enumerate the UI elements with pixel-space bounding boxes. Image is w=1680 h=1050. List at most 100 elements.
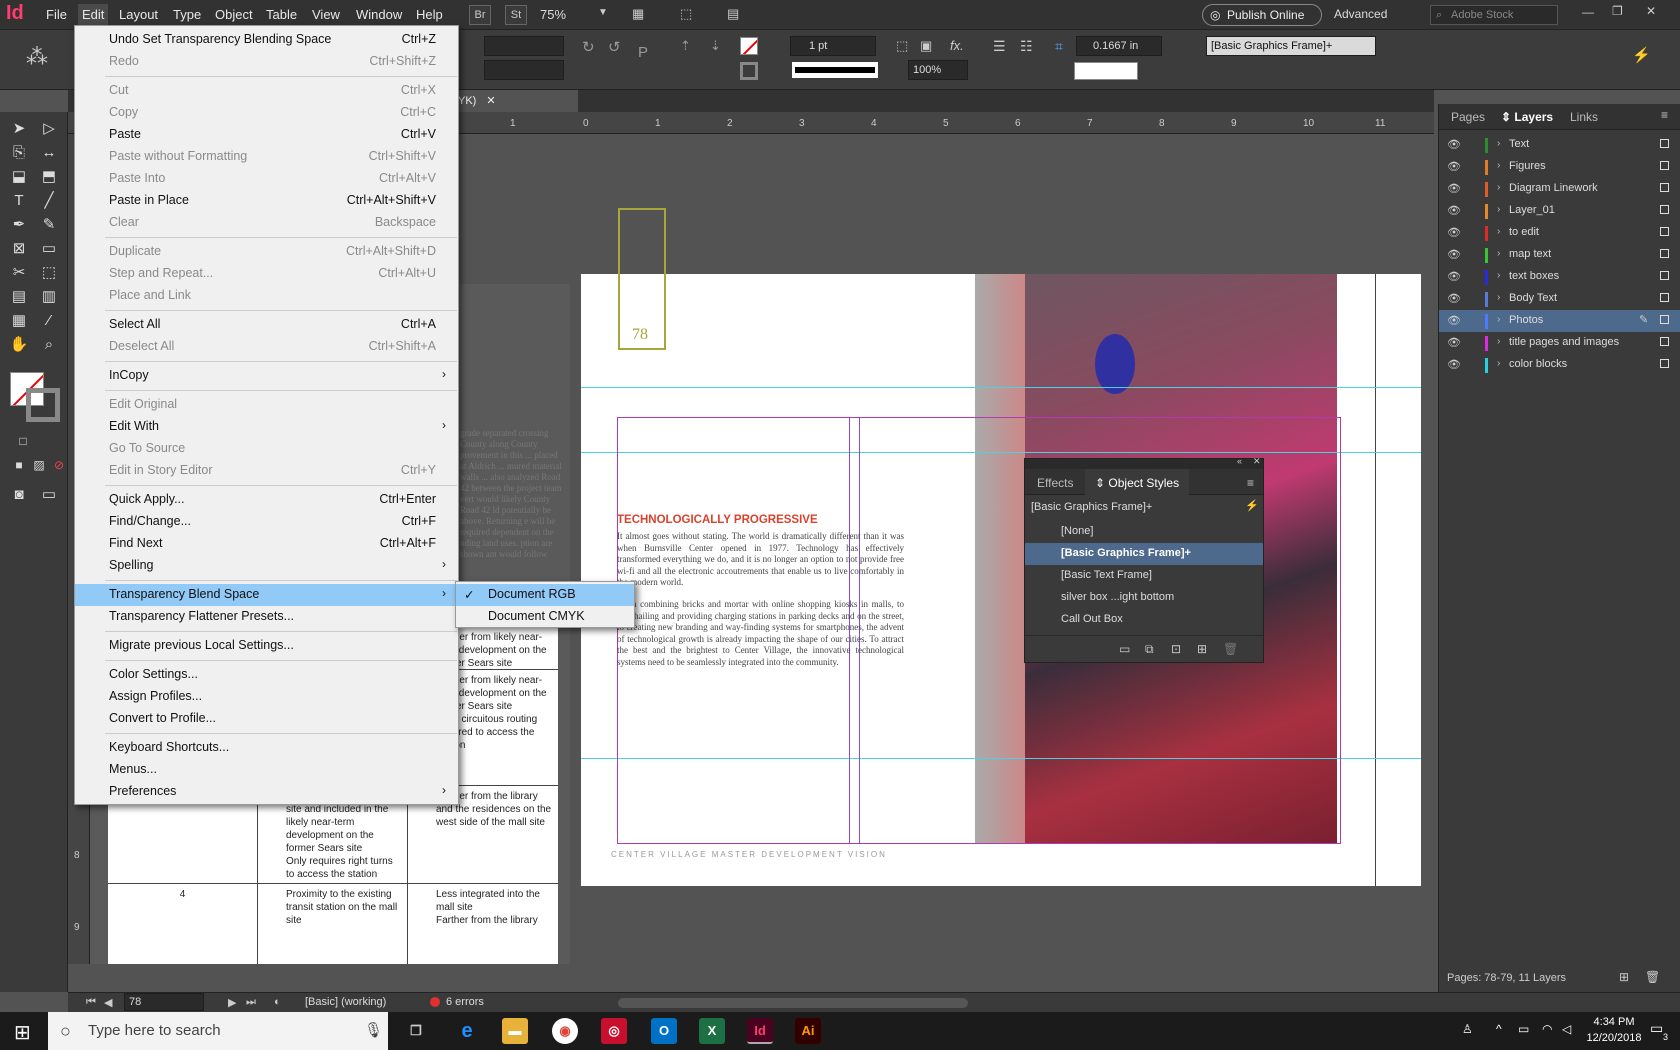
expand-arrow-icon[interactable]: › bbox=[1497, 204, 1500, 215]
layer-select-box[interactable] bbox=[1660, 315, 1669, 324]
view-options-icon[interactable]: ⬚ bbox=[680, 6, 692, 22]
layer-row-text-boxes[interactable]: 👁 › text boxes bbox=[1439, 266, 1680, 288]
pencil-tool-icon[interactable]: ✎ bbox=[38, 214, 60, 236]
menu-item-transparency-blend-space[interactable]: Transparency Blend Space › bbox=[75, 584, 458, 606]
chevron-down-icon[interactable]: ▼ bbox=[598, 7, 608, 18]
folder-icon[interactable]: ▭ bbox=[1119, 642, 1130, 656]
layer-select-box[interactable] bbox=[1660, 227, 1669, 236]
expand-arrow-icon[interactable]: › bbox=[1497, 248, 1500, 259]
last-page-icon[interactable]: ⏭ bbox=[246, 996, 256, 1009]
expand-arrow-icon[interactable]: › bbox=[1497, 226, 1500, 237]
shear-field[interactable] bbox=[484, 60, 564, 80]
rotation-field[interactable] bbox=[484, 36, 564, 56]
apply-color-icon[interactable]: ■ bbox=[8, 454, 30, 476]
direction-icon[interactable]: P bbox=[638, 44, 648, 61]
content-placer-icon[interactable]: ⬒ bbox=[38, 166, 60, 188]
bridge-button[interactable]: Br bbox=[469, 5, 491, 25]
direct-selection-tool-icon[interactable]: ▷ bbox=[38, 118, 60, 140]
edge-icon[interactable]: e bbox=[454, 1018, 480, 1044]
illustrator-taskbar-icon[interactable]: Ai bbox=[795, 1018, 821, 1044]
new-layer-icon[interactable]: ⊞ bbox=[1619, 970, 1629, 984]
layer-row-color-blocks[interactable]: 👁 › color blocks bbox=[1439, 354, 1680, 376]
object-style-call-out-box[interactable]: Call Out Box bbox=[1025, 609, 1263, 631]
body-paragraph[interactable]: From combining bricks and mortar with on… bbox=[617, 599, 904, 668]
menu-item-keyboard-shortcuts[interactable]: Keyboard Shortcuts... bbox=[75, 737, 458, 759]
preview-mode-icon[interactable]: ▭ bbox=[38, 484, 60, 506]
screen-mode-icon[interactable]: ▦ bbox=[632, 6, 644, 22]
first-page-icon[interactable]: ⏮ bbox=[86, 996, 96, 1009]
eye-icon[interactable]: 👁 bbox=[1447, 226, 1461, 239]
pen-tool-icon[interactable]: ✒ bbox=[8, 214, 30, 236]
menu-item-document-cmyk[interactable]: Document CMYK bbox=[456, 606, 634, 628]
preflight-profile[interactable]: [Basic] (working) bbox=[305, 996, 386, 1008]
distribute-icon[interactable]: ☷ bbox=[1020, 38, 1033, 55]
page-number-frame[interactable]: 78 bbox=[618, 208, 666, 350]
close-icon[interactable]: ✕ bbox=[1646, 4, 1656, 18]
menu-item-menus[interactable]: Menus... bbox=[75, 759, 458, 781]
stock-button[interactable]: St bbox=[505, 5, 527, 25]
layer-select-box[interactable] bbox=[1660, 271, 1669, 280]
object-style-none[interactable]: [None] bbox=[1025, 521, 1263, 543]
free-transform-tool-icon[interactable]: ⬚ bbox=[38, 262, 60, 284]
gap-tool-icon[interactable]: ↔ bbox=[38, 142, 60, 164]
people-icon[interactable]: ♙ bbox=[1462, 1022, 1473, 1036]
selection-tool-icon[interactable]: ➤ bbox=[8, 118, 30, 140]
layer-select-box[interactable] bbox=[1660, 161, 1669, 170]
eye-icon[interactable]: 👁 bbox=[1447, 314, 1461, 327]
table-cell[interactable]: Proximity to the existing transit statio… bbox=[258, 884, 408, 964]
arrange-icon[interactable]: ▤ bbox=[727, 6, 739, 22]
line-tool-icon[interactable]: ╱ bbox=[38, 190, 60, 212]
menu-item-color-settings[interactable]: Color Settings... bbox=[75, 664, 458, 686]
menu-item-assign-profiles[interactable]: Assign Profiles... bbox=[75, 686, 458, 708]
menu-view[interactable]: View bbox=[312, 7, 340, 22]
type-tool-icon[interactable]: T bbox=[8, 190, 30, 212]
collapse-icon[interactable]: « bbox=[1237, 456, 1242, 466]
file-explorer-icon[interactable]: ▬ bbox=[502, 1018, 528, 1044]
layer-select-box[interactable] bbox=[1660, 293, 1669, 302]
delete-style-icon[interactable]: 🗑 bbox=[1223, 642, 1238, 656]
menu-edit[interactable]: Edit bbox=[78, 4, 109, 26]
expand-arrow-icon[interactable]: › bbox=[1497, 292, 1500, 303]
layer-row-figures[interactable]: 👁 › Figures bbox=[1439, 156, 1680, 178]
open-page-icon[interactable]: ◐ bbox=[274, 996, 281, 1008]
zoom-tool-icon[interactable]: ⌕ bbox=[38, 334, 60, 356]
menu-window[interactable]: Window bbox=[356, 7, 402, 22]
outlook-icon[interactable]: O bbox=[651, 1018, 677, 1044]
eye-icon[interactable]: 👁 bbox=[1447, 270, 1461, 283]
task-view-icon[interactable]: ❐ bbox=[403, 1018, 429, 1044]
menu-item-migrate-previous-local-settings[interactable]: Migrate previous Local Settings... bbox=[75, 635, 458, 657]
windows-start-icon[interactable]: ⊞ bbox=[14, 1020, 31, 1045]
menu-item-spelling[interactable]: Spelling › bbox=[75, 555, 458, 577]
object-style-silver-box-ight-bottom[interactable]: silver box ...ight bottom bbox=[1025, 587, 1263, 609]
content-collector-icon[interactable]: ⬓ bbox=[8, 166, 30, 188]
layer-select-box[interactable] bbox=[1660, 359, 1669, 368]
eye-icon[interactable]: 👁 bbox=[1447, 248, 1461, 261]
minimize-icon[interactable]: — bbox=[1582, 5, 1594, 19]
eyedropper-tool-icon[interactable]: ⁄ bbox=[38, 310, 60, 332]
table-cell[interactable]: 4 bbox=[108, 884, 258, 964]
menu-item-document-rgb[interactable]: ✓ Document RGB bbox=[456, 584, 634, 606]
layer-select-box[interactable] bbox=[1660, 205, 1669, 214]
expand-arrow-icon[interactable]: › bbox=[1497, 182, 1500, 193]
page-number-field[interactable]: 78 bbox=[124, 993, 204, 1011]
restore-icon[interactable]: ❐ bbox=[1612, 4, 1623, 18]
menu-item-preferences[interactable]: Preferences › bbox=[75, 781, 458, 803]
tab-links[interactable]: Links bbox=[1570, 110, 1598, 124]
menu-object[interactable]: Object bbox=[215, 7, 253, 22]
layer-select-box[interactable] bbox=[1660, 139, 1669, 148]
layer-select-box[interactable] bbox=[1660, 183, 1669, 192]
effects-icon[interactable]: fx. bbox=[950, 38, 964, 53]
menu-item-transparency-flattener-presets[interactable]: Transparency Flattener Presets... bbox=[75, 606, 458, 628]
eye-icon[interactable]: 👁 bbox=[1447, 160, 1461, 173]
body-paragraph[interactable]: It almost goes without stating. The worl… bbox=[617, 531, 904, 589]
stroke-type-select[interactable] bbox=[792, 62, 878, 78]
tab-pages[interactable]: Pages bbox=[1451, 110, 1485, 124]
rotate-cw-icon[interactable]: ↻ bbox=[582, 38, 595, 56]
horizontal-scrollbar[interactable] bbox=[618, 998, 968, 1008]
microphone-icon[interactable]: 🎙 bbox=[364, 1012, 383, 1050]
stock-search-input[interactable]: ⌕ Adobe Stock bbox=[1430, 5, 1558, 25]
panel-menu-icon[interactable]: ≡ bbox=[1661, 108, 1668, 122]
layer-row-map-text[interactable]: 👁 › map text bbox=[1439, 244, 1680, 266]
eye-icon[interactable]: 👁 bbox=[1447, 336, 1461, 349]
expand-arrow-icon[interactable]: › bbox=[1497, 314, 1500, 325]
